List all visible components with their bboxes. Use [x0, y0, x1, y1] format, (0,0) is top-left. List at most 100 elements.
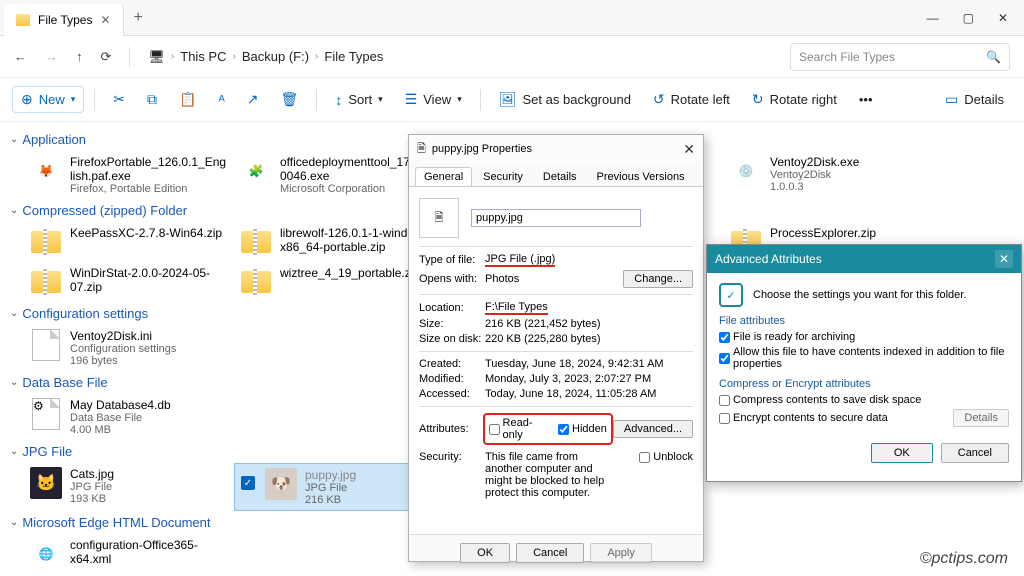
encrypt-checkbox[interactable]: Encrypt contents to secure data — [719, 412, 888, 424]
file-item[interactable]: 💿 Ventoy2Disk.exeVentoy2Disk1.0.0.3 — [724, 151, 934, 199]
encrypt-details-button[interactable]: Details — [953, 409, 1009, 427]
file-item[interactable]: Ventoy2Disk.iniConfiguration settings196… — [24, 325, 234, 371]
adv-titlebar[interactable]: Advanced Attributes ✕ — [707, 245, 1021, 273]
sort-button[interactable]: ↕Sort▾ — [327, 88, 390, 112]
file-item[interactable]: WinDirStat-2.0.0-2024-05-07.zip — [24, 262, 234, 302]
rotate-left-icon: ↺ — [653, 91, 665, 108]
details-pane-button[interactable]: ▭Details — [937, 87, 1012, 112]
search-icon: 🔍 — [986, 50, 1001, 64]
adv-description: Choose the settings you want for this fo… — [753, 289, 966, 301]
paste-button[interactable]: 📋 — [171, 87, 204, 112]
file-item[interactable]: 🐱Cats.jpgJPG File193 KB — [24, 463, 234, 511]
location-value: F:\File Types — [485, 301, 548, 315]
new-button[interactable]: ⊕New▾ — [12, 86, 84, 113]
readonly-checkbox[interactable]: Read-only — [489, 417, 549, 441]
titlebar: File Types ✕ + — ▢ ✕ — [0, 0, 1024, 36]
cancel-button[interactable]: Cancel — [516, 543, 584, 563]
jpg-thumb-icon: 🐱 — [30, 467, 62, 499]
dialog-tabs: General Security Details Previous Versio… — [409, 163, 703, 187]
rotate-right-icon: ↻ — [752, 91, 764, 108]
new-tab-button[interactable]: + — [124, 9, 153, 27]
view-icon: ☰ — [405, 91, 418, 108]
file-type-icon: 🗎 — [419, 198, 459, 238]
edge-icon: 🌐 — [30, 538, 62, 570]
breadcrumb-thispc[interactable]: This PC — [180, 49, 226, 64]
rotate-right-button[interactable]: ↻Rotate right — [744, 87, 845, 112]
adv-ok-button[interactable]: OK — [871, 443, 933, 463]
copy-icon: ⧉ — [147, 91, 157, 108]
unblock-checkbox[interactable]: Unblock — [639, 451, 693, 463]
apply-button[interactable]: Apply — [590, 543, 652, 563]
ok-button[interactable]: OK — [460, 543, 510, 563]
jpg-thumb-icon: 🐶 — [265, 468, 297, 500]
compress-encrypt-label: Compress or Encrypt attributes — [719, 378, 1009, 390]
db-icon: ⚙ — [32, 398, 60, 430]
properties-dialog: 🗎 puppy.jpg Properties ✕ General Securit… — [408, 134, 704, 562]
zip-folder-icon — [31, 271, 61, 293]
type-value: JPG File (.jpg) — [485, 253, 555, 267]
folder-icon — [16, 14, 30, 26]
filename-input[interactable] — [471, 209, 641, 227]
monitor-icon: 🖥 — [148, 49, 165, 65]
file-item[interactable]: ⚙May Database4.dbData Base File4.00 MB — [24, 394, 234, 440]
file-item[interactable]: 🦊 FirefoxPortable_126.0.1_English.paf.ex… — [24, 151, 234, 199]
tab-security[interactable]: Security — [474, 167, 532, 186]
checkmark-icon: ✓ — [719, 283, 743, 307]
dialog-titlebar[interactable]: 🗎 puppy.jpg Properties ✕ — [409, 135, 703, 163]
sort-icon: ↕ — [335, 92, 342, 108]
share-button[interactable]: ↗ — [239, 87, 267, 112]
breadcrumb-backup[interactable]: Backup (F:) — [242, 49, 309, 64]
view-button[interactable]: ☰View▾ — [397, 87, 470, 112]
delete-button[interactable]: 🗑 — [273, 87, 307, 112]
rotate-left-button[interactable]: ↺Rotate left — [645, 87, 738, 112]
attributes-highlight: Read-only Hidden — [483, 413, 613, 445]
tab-previous-versions[interactable]: Previous Versions — [588, 167, 694, 186]
maximize-button[interactable]: ▢ — [963, 11, 974, 25]
compress-checkbox[interactable]: Compress contents to save disk space — [719, 394, 1009, 406]
minimize-button[interactable]: — — [927, 11, 939, 25]
window-tab[interactable]: File Types ✕ — [4, 4, 124, 36]
hidden-checkbox[interactable]: Hidden — [558, 423, 607, 435]
advanced-button[interactable]: Advanced... — [613, 420, 693, 438]
trash-icon: 🗑 — [281, 91, 299, 108]
panel-icon: ▭ — [945, 91, 958, 108]
exe-icon: 🧩 — [240, 155, 272, 187]
image-icon: 🖼 — [499, 91, 517, 108]
index-checkbox[interactable]: Allow this file to have contents indexed… — [719, 346, 1009, 370]
back-button[interactable]: ← — [14, 49, 27, 64]
rename-button[interactable]: ᴬ — [210, 88, 232, 112]
close-window-button[interactable]: ✕ — [998, 11, 1008, 25]
exe-icon: 🦊 — [30, 155, 62, 187]
more-button[interactable]: ••• — [851, 88, 881, 111]
file-icon: 🗎 — [417, 140, 426, 159]
change-button[interactable]: Change... — [623, 270, 693, 288]
forward-button[interactable]: → — [45, 49, 58, 64]
watermark: ©pctips.com — [920, 550, 1008, 568]
cut-button[interactable]: ✂ — [105, 87, 133, 112]
tab-general[interactable]: General — [415, 167, 472, 186]
close-dialog-button[interactable]: ✕ — [683, 141, 695, 158]
breadcrumb[interactable]: 🖥 › This PC › Backup (F:) › File Types — [148, 49, 772, 65]
navbar: ← → ↑ ⟳ 🖥 › This PC › Backup (F:) › File… — [0, 36, 1024, 78]
toolbar: ⊕New▾ ✂ ⧉ 📋 ᴬ ↗ 🗑 ↕Sort▾ ☰View▾ 🖼Set as … — [0, 78, 1024, 122]
rename-icon: ᴬ — [218, 92, 224, 108]
breadcrumb-filetypes[interactable]: File Types — [324, 49, 383, 64]
ini-icon — [32, 329, 60, 361]
zip-folder-icon — [31, 231, 61, 253]
advanced-attributes-dialog: Advanced Attributes ✕ ✓ Choose the setti… — [706, 244, 1022, 482]
close-adv-button[interactable]: ✕ — [995, 250, 1013, 268]
copy-button[interactable]: ⧉ — [139, 87, 165, 112]
set-background-button[interactable]: 🖼Set as background — [491, 87, 639, 112]
file-item[interactable]: KeePassXC-2.7.8-Win64.zip — [24, 222, 234, 262]
adv-cancel-button[interactable]: Cancel — [941, 443, 1009, 463]
refresh-button[interactable]: ⟳ — [101, 49, 112, 65]
search-input[interactable]: Search File Types 🔍 — [790, 43, 1010, 71]
tab-title: File Types — [38, 13, 92, 27]
file-item[interactable]: 🌐configuration-Office365-x64.xml — [24, 534, 234, 574]
checkbox-icon[interactable]: ✓ — [241, 476, 255, 490]
tab-details[interactable]: Details — [534, 167, 586, 186]
archive-checkbox[interactable]: File is ready for archiving — [719, 331, 1009, 343]
close-tab-icon[interactable]: ✕ — [100, 13, 110, 27]
up-button[interactable]: ↑ — [76, 49, 83, 64]
zip-folder-icon — [241, 271, 271, 293]
